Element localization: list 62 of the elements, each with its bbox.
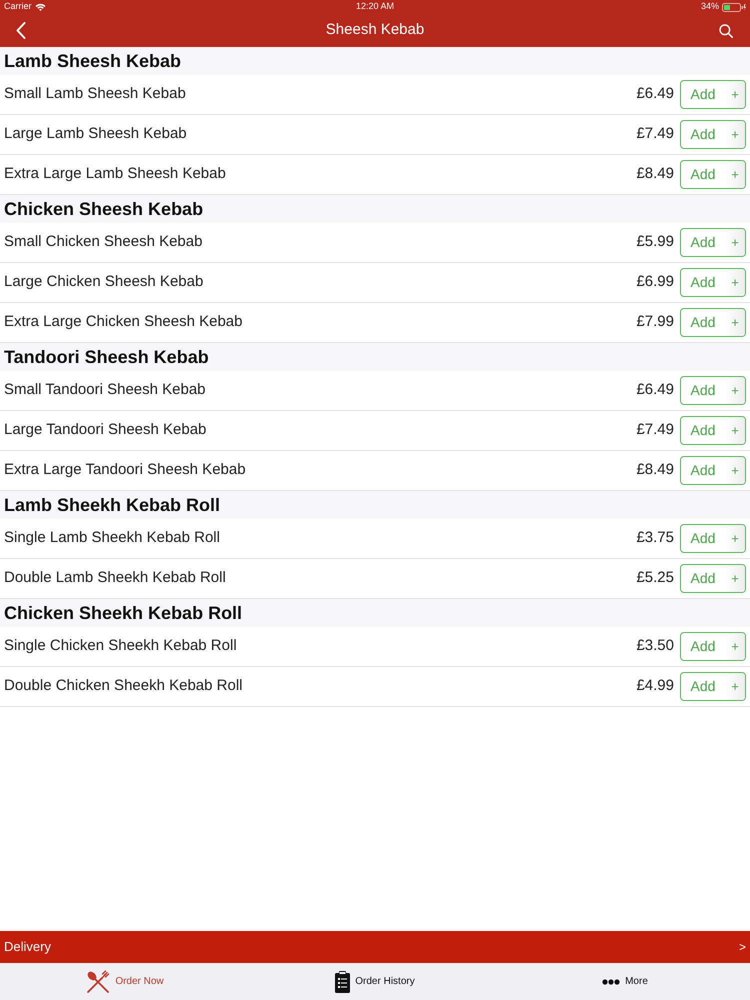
item-name: Extra Large Lamb Sheesh Kebab [4, 164, 227, 184]
section-title: Tandoori Sheesh Kebab [4, 346, 209, 368]
carrier-label: Carrier [4, 0, 32, 14]
add-button[interactable]: Add + [680, 376, 746, 405]
add-button[interactable]: Add + [680, 228, 746, 257]
search-icon [719, 24, 733, 38]
battery-icon [722, 2, 746, 12]
item-name: Small Chicken Sheesh Kebab [4, 232, 204, 252]
item-price: £7.49 [636, 124, 674, 144]
item-price: £5.25 [636, 568, 674, 588]
item-price: £3.50 [636, 636, 674, 656]
add-button[interactable]: Add + [680, 120, 746, 149]
item-price: £6.49 [636, 380, 674, 400]
section-title: Lamb Sheesh Kebab [4, 50, 182, 72]
item-price: £6.99 [636, 272, 674, 292]
item-price: £8.49 [636, 164, 674, 184]
back-chevron-icon [16, 22, 26, 39]
status-time: 12:20 AM [356, 0, 394, 14]
add-button[interactable]: Add + [680, 268, 746, 297]
item-price: £7.49 [636, 420, 674, 440]
item-price: £6.49 [636, 84, 674, 104]
battery-percent: 34% [700, 0, 719, 14]
clipboard-icon [335, 970, 350, 992]
item-price: £4.99 [636, 676, 674, 696]
item-name: Large Lamb Sheesh Kebab [4, 124, 188, 144]
section-title: Chicken Sheekh Kebab Roll [4, 602, 242, 624]
add-button[interactable]: Add + [680, 160, 746, 189]
section-title: Chicken Sheesh Kebab [4, 198, 204, 220]
add-button[interactable]: Add + [680, 632, 746, 661]
item-name: Double Chicken Sheekh Kebab Roll [4, 676, 244, 696]
add-button[interactable]: Add + [680, 672, 746, 701]
add-button[interactable]: Add + [680, 80, 746, 109]
add-button[interactable]: Add + [680, 308, 746, 337]
add-button[interactable]: Add + [680, 564, 746, 593]
fork-spoon-icon [86, 970, 110, 994]
wifi-icon [34, 3, 46, 11]
screen-title: Sheesh Kebab [326, 20, 424, 40]
delivery-bar[interactable]: Delivery > [0, 931, 750, 963]
delivery-label: Delivery [4, 938, 51, 956]
item-price: £5.99 [636, 232, 674, 252]
item-name: Large Tandoori Sheesh Kebab [4, 420, 208, 440]
item-price: £7.99 [636, 312, 674, 332]
item-price: £8.49 [636, 460, 674, 480]
item-price: £3.75 [636, 528, 674, 548]
more-dots-icon [602, 978, 620, 984]
section-title: Lamb Sheekh Kebab Roll [4, 494, 220, 516]
item-name: Small Tandoori Sheesh Kebab [4, 380, 207, 400]
tab-item[interactable]: More [500, 963, 750, 1000]
item-name: Extra Large Chicken Sheesh Kebab [4, 312, 244, 332]
item-name: Double Lamb Sheekh Kebab Roll [4, 568, 227, 588]
add-button[interactable]: Add + [680, 524, 746, 553]
add-button[interactable]: Add + [680, 456, 746, 485]
arrow-label: > [738, 939, 746, 956]
item-name: Small Lamb Sheesh Kebab [4, 84, 187, 104]
tab-item[interactable]: Order History [250, 963, 500, 1000]
tab-item[interactable]: Order Now [0, 963, 250, 1000]
item-name: Extra Large Tandoori Sheesh Kebab [4, 460, 247, 480]
search-button[interactable] [718, 22, 734, 38]
add-button[interactable]: Add + [680, 416, 746, 445]
item-name: Single Lamb Sheekh Kebab Roll [4, 528, 221, 548]
item-name: Single Chicken Sheekh Kebab Roll [4, 636, 238, 656]
item-name: Large Chicken Sheesh Kebab [4, 272, 204, 292]
